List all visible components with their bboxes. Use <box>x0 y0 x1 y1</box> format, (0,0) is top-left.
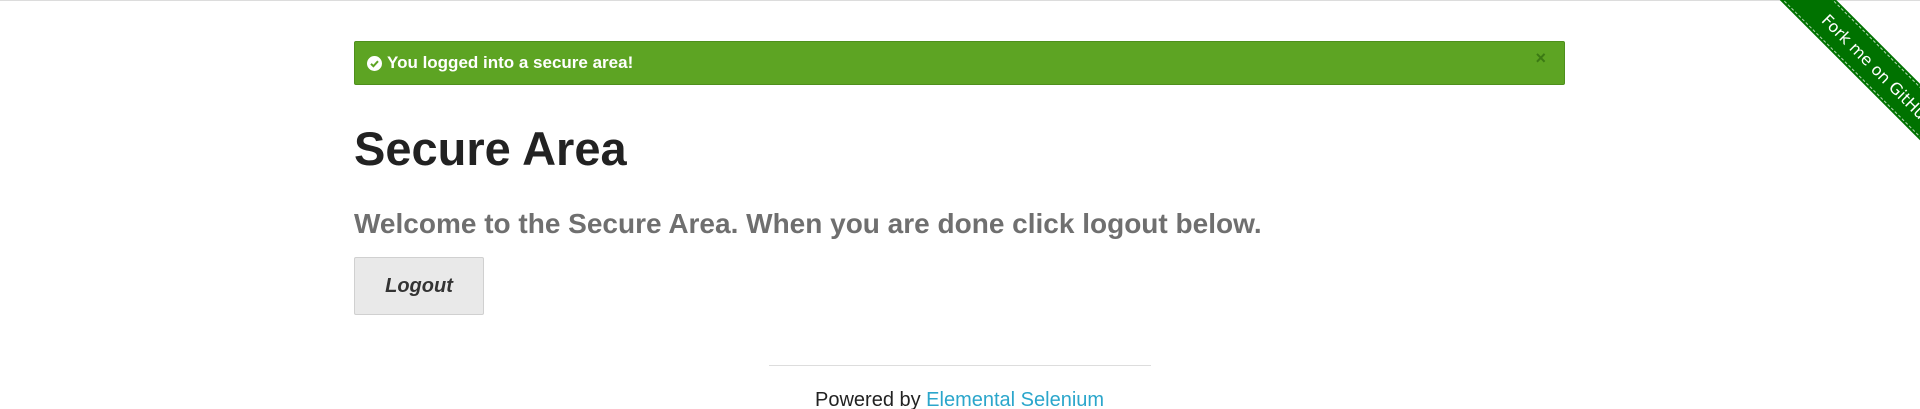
footer-divider <box>769 365 1151 366</box>
ribbon-label: Fork me on GitHub <box>1818 10 1920 130</box>
flash-message: You logged into a secure area! × <box>354 41 1565 85</box>
close-icon[interactable]: × <box>1535 49 1546 67</box>
top-border <box>0 0 1920 1</box>
logout-button-label: Logout <box>385 274 453 297</box>
github-ribbon: Fork me on GitHub <box>1740 0 1920 180</box>
subheader: Welcome to the Secure Area. When you are… <box>354 208 1262 239</box>
page-title: Secure Area <box>354 122 627 175</box>
logout-button[interactable]: Logout <box>354 257 484 315</box>
check-circle-icon <box>367 55 382 71</box>
elemental-selenium-link[interactable]: Elemental Selenium <box>926 389 1104 409</box>
page: You logged into a secure area! × Secure … <box>0 0 1920 409</box>
footer-prefix: Powered by <box>815 389 927 409</box>
fork-on-github-link[interactable]: Fork me on GitHub <box>1773 0 1920 175</box>
flash-text: You logged into a secure area! <box>387 53 634 72</box>
